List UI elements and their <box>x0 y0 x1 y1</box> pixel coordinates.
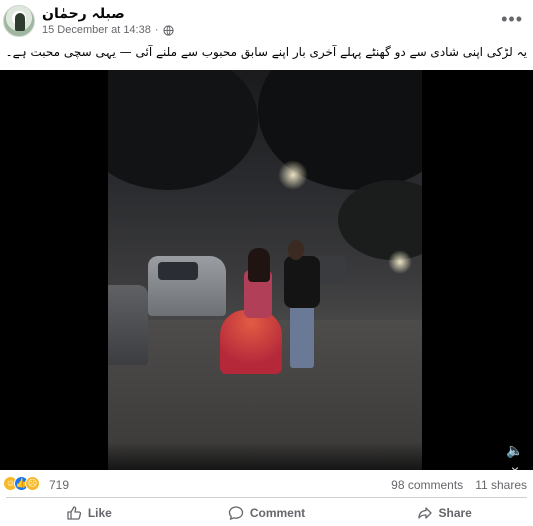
tree-shape <box>108 70 258 190</box>
author-name[interactable]: صبلہ رحمٰان <box>42 6 125 22</box>
sad-reaction-icon: ☹ <box>25 476 40 491</box>
dashboard-edge <box>108 442 422 470</box>
share-label: Share <box>438 506 472 520</box>
facebook-post: صبلہ رحمٰان 15 December at 14:38 · ••• ی… <box>0 0 533 526</box>
parked-car <box>108 285 148 365</box>
caption-text: یہ لڑکی اپنی شادی سے دو گھنٹے پہلے آخری … <box>7 45 527 59</box>
divider <box>6 497 527 498</box>
shares-count[interactable]: 11 shares <box>475 478 527 492</box>
more-options-icon[interactable]: ••• <box>501 10 523 28</box>
author-avatar[interactable] <box>3 5 35 37</box>
man-head <box>288 240 304 260</box>
meta-separator: · <box>154 24 159 36</box>
comment-button[interactable]: Comment <box>178 500 356 526</box>
globe-icon[interactable] <box>162 24 174 36</box>
video-player[interactable]: 🔈× <box>0 70 533 470</box>
post-stats: 98 comments 11 shares <box>391 478 527 492</box>
reaction-icons[interactable]: ☺ 👍 ☹ <box>3 476 40 492</box>
comment-bubble-icon <box>228 506 243 520</box>
post-caption: یہ لڑکی اپنی شادی سے دو گھنٹے پہلے آخری … <box>7 45 527 59</box>
post-actions: Like Comment Share <box>0 500 533 526</box>
like-button[interactable]: Like <box>0 500 178 526</box>
reaction-count[interactable]: 719 <box>49 478 69 492</box>
post-meta: 15 December at 14:38 · <box>42 24 174 36</box>
video-frame[interactable] <box>108 70 422 470</box>
street-light <box>278 160 308 190</box>
car-window <box>158 262 198 280</box>
man-figure <box>284 256 320 308</box>
reactions-bar: ☺ 👍 ☹ 719 98 comments 11 shares <box>0 474 533 494</box>
street-light <box>388 250 412 274</box>
thumbs-up-icon <box>67 506 81 520</box>
post-header: صبلہ رحمٰان 15 December at 14:38 · ••• <box>0 0 533 42</box>
comment-label: Comment <box>249 506 306 520</box>
like-label: Like <box>87 506 112 520</box>
share-arrow-icon <box>417 507 432 519</box>
bridal-dress <box>220 310 282 374</box>
share-button[interactable]: Share <box>355 500 533 526</box>
speaker-muted-icon[interactable]: 🔈× <box>505 440 525 470</box>
avatar-figure <box>15 13 25 31</box>
post-timestamp[interactable]: 15 December at 14:38 <box>42 24 151 36</box>
woman-head <box>248 248 270 282</box>
man-legs <box>290 306 314 368</box>
comments-count[interactable]: 98 comments <box>391 478 463 492</box>
tree-shape <box>338 180 422 260</box>
